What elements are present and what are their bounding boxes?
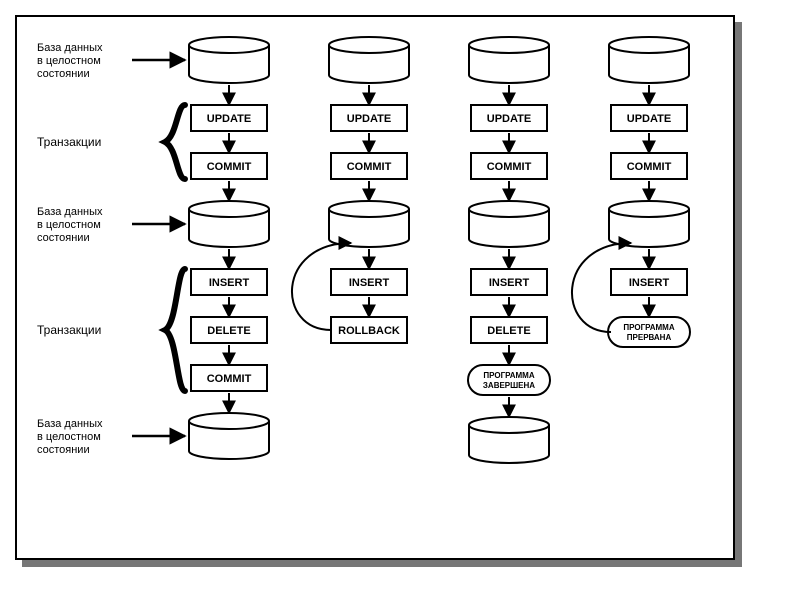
svg-text:Транзакции: Транзакции — [37, 135, 101, 149]
rollback-box: ROLLBACK — [331, 317, 407, 343]
svg-text:UPDATE: UPDATE — [487, 113, 531, 125]
brace — [165, 269, 185, 391]
insert-box: INSERT — [611, 269, 687, 295]
svg-text:База данных: База данных — [37, 206, 103, 218]
svg-text:Транзакции: Транзакции — [37, 323, 101, 337]
insert-box: INSERT — [191, 269, 267, 295]
svg-text:в целостном: в целостном — [37, 219, 101, 231]
update-box: UPDATE — [611, 105, 687, 131]
prog_done-pill: ПРОГРАММАЗАВЕРШЕНА — [468, 365, 550, 395]
svg-text:ROLLBACK: ROLLBACK — [338, 325, 400, 337]
svg-text:INSERT: INSERT — [489, 277, 530, 289]
svg-text:в целостном: в целостном — [37, 431, 101, 443]
database-cylinder — [329, 37, 409, 83]
svg-text:База данных: База данных — [37, 42, 103, 54]
insert-box: INSERT — [331, 269, 407, 295]
svg-text:COMMIT: COMMIT — [207, 161, 252, 173]
insert-box: INSERT — [471, 269, 547, 295]
svg-text:ЗАВЕРШЕНА: ЗАВЕРШЕНА — [483, 381, 535, 390]
commit-box: COMMIT — [191, 153, 267, 179]
database-cylinder — [469, 37, 549, 83]
svg-text:DELETE: DELETE — [487, 325, 530, 337]
svg-text:INSERT: INSERT — [209, 277, 250, 289]
svg-text:COMMIT: COMMIT — [487, 161, 532, 173]
svg-text:UPDATE: UPDATE — [347, 113, 391, 125]
update-box: UPDATE — [191, 105, 267, 131]
delete-box: DELETE — [471, 317, 547, 343]
delete-box: DELETE — [191, 317, 267, 343]
svg-text:состоянии: состоянии — [37, 444, 90, 456]
commit-box: COMMIT — [191, 365, 267, 391]
commit-box: COMMIT — [471, 153, 547, 179]
database-cylinder — [469, 417, 549, 463]
svg-text:COMMIT: COMMIT — [207, 373, 252, 385]
database-cylinder — [609, 201, 689, 247]
svg-text:DELETE: DELETE — [207, 325, 250, 337]
svg-text:INSERT: INSERT — [349, 277, 390, 289]
database-cylinder — [189, 413, 269, 459]
svg-text:ПРЕРВАНА: ПРЕРВАНА — [627, 333, 672, 342]
frame: UPDATE COMMIT INSERT DELETE COMMIT UPDATE COMM… — [15, 15, 735, 560]
svg-text:в целостном: в целостном — [37, 55, 101, 67]
database-cylinder — [469, 201, 549, 247]
svg-text:состоянии: состоянии — [37, 232, 90, 244]
svg-text:UPDATE: UPDATE — [207, 113, 251, 125]
svg-text:ПРОГРАММА: ПРОГРАММА — [483, 371, 534, 380]
svg-text:состоянии: состоянии — [37, 68, 90, 80]
diagram-stage: UPDATE COMMIT INSERT DELETE COMMIT UPDATE COMM… — [0, 0, 800, 600]
svg-text:INSERT: INSERT — [629, 277, 670, 289]
update-box: UPDATE — [331, 105, 407, 131]
svg-text:COMMIT: COMMIT — [347, 161, 392, 173]
svg-text:UPDATE: UPDATE — [627, 113, 671, 125]
svg-text:База данных: База данных — [37, 418, 103, 430]
database-cylinder — [189, 37, 269, 83]
brace — [165, 105, 185, 179]
update-box: UPDATE — [471, 105, 547, 131]
database-cylinder — [609, 37, 689, 83]
database-cylinder — [189, 201, 269, 247]
svg-text:COMMIT: COMMIT — [627, 161, 672, 173]
svg-text:ПРОГРАММА: ПРОГРАММА — [623, 323, 674, 332]
commit-box: COMMIT — [611, 153, 687, 179]
commit-box: COMMIT — [331, 153, 407, 179]
prog_abort-pill: ПРОГРАММАПРЕРВАНА — [608, 317, 690, 347]
database-cylinder — [329, 201, 409, 247]
